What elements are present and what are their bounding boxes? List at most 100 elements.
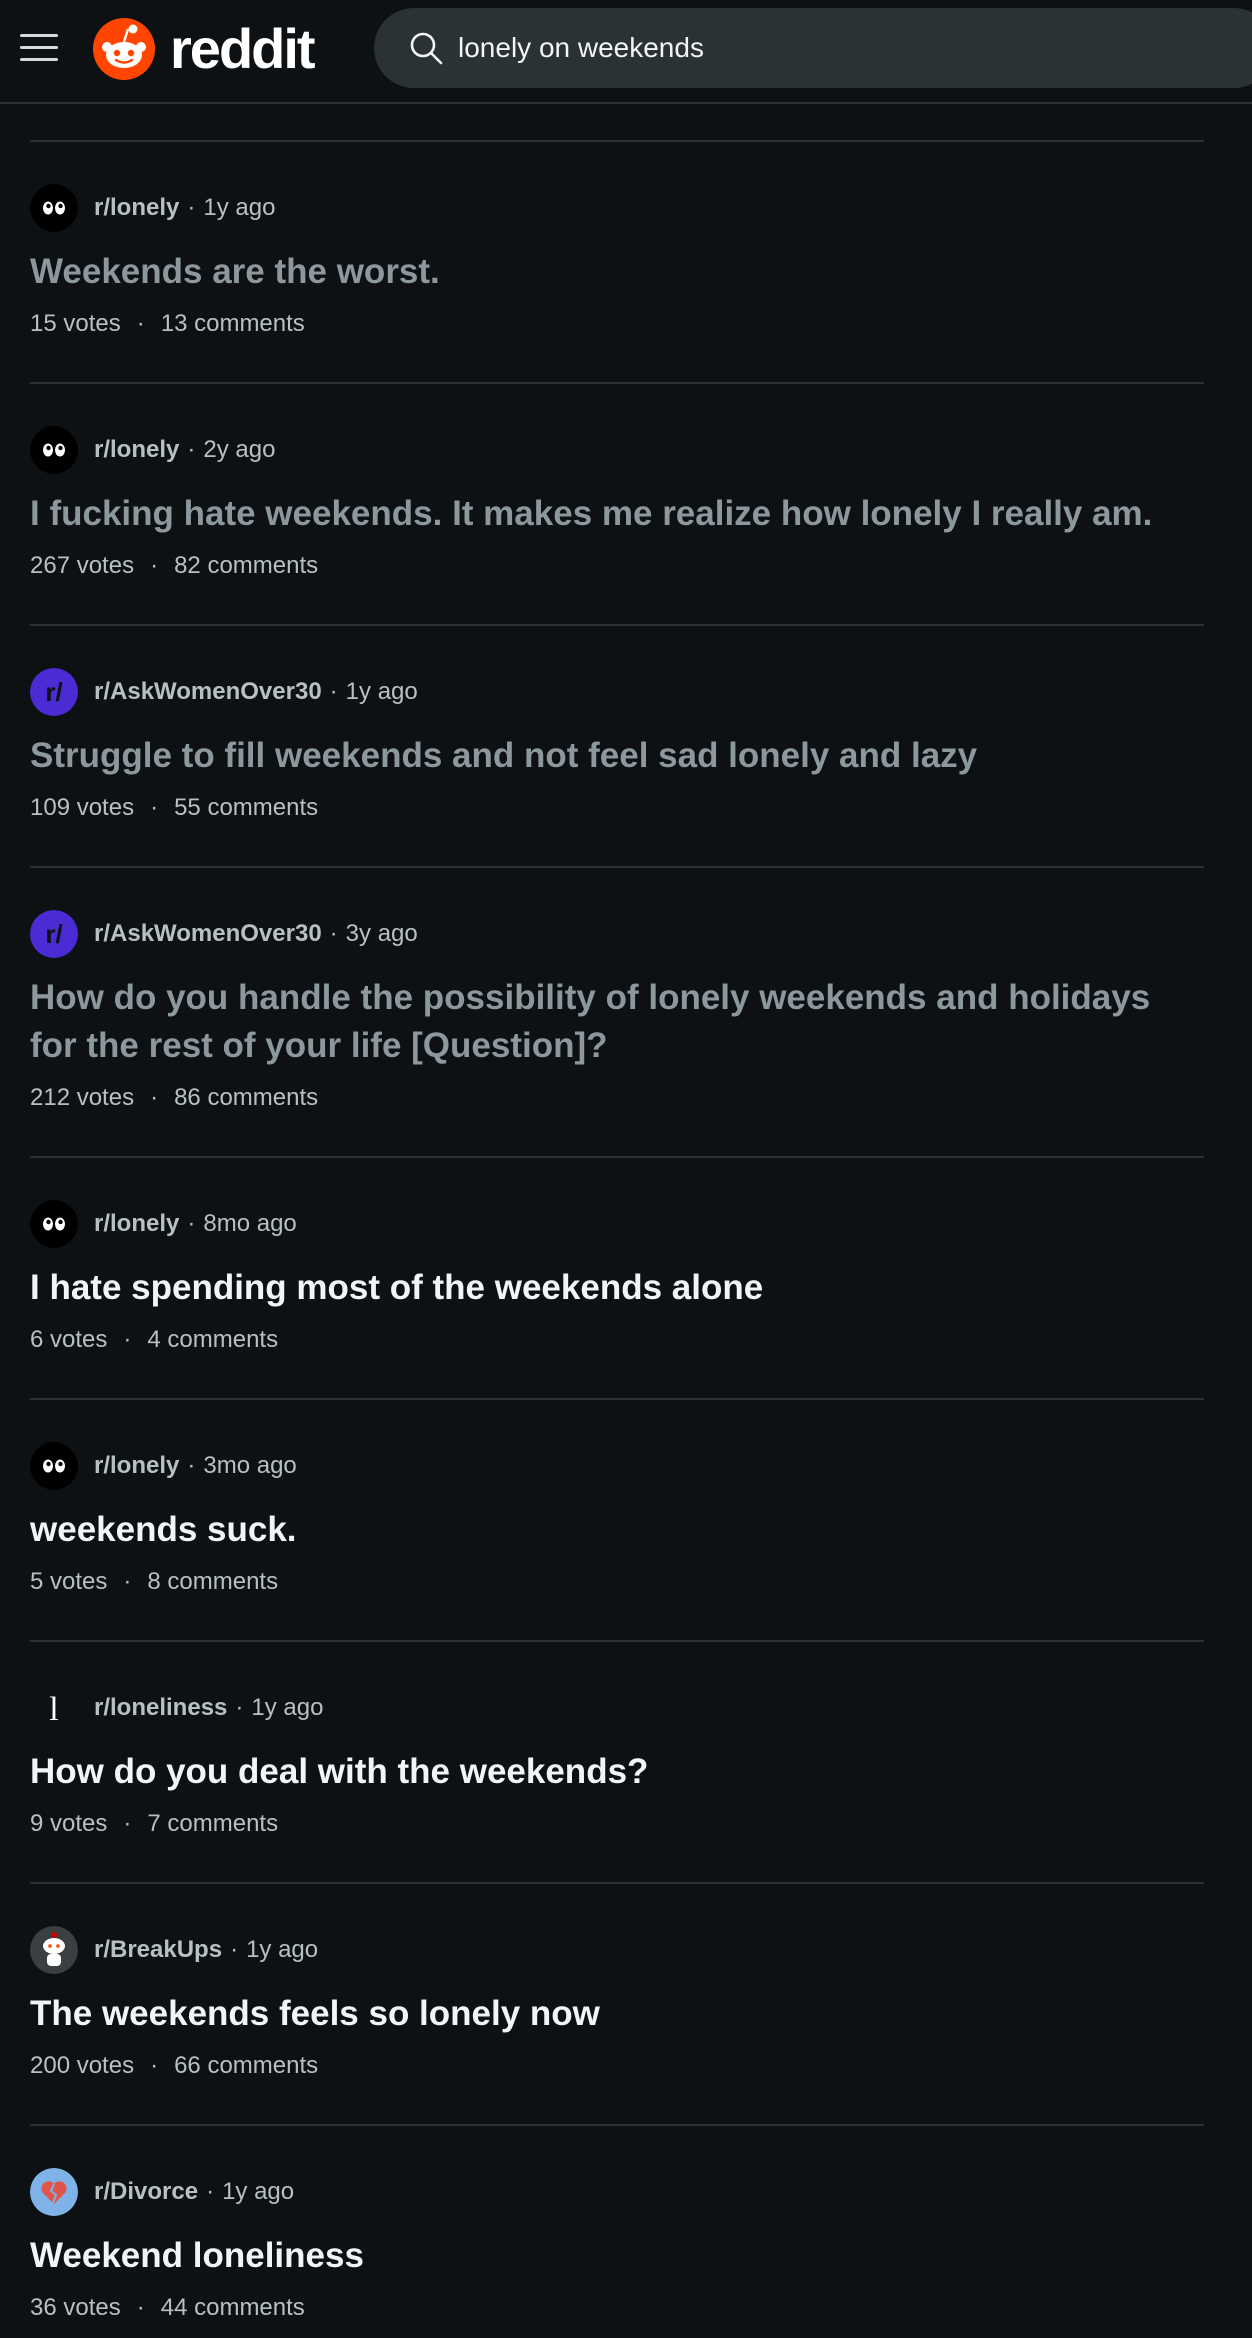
meta-separator: · [187, 1210, 196, 1237]
comment-count[interactable]: 86 comments [174, 1082, 318, 1114]
post-stats: 6 votes · 4 comments [30, 1324, 278, 1356]
post-meta: r/r/AskWomenOver30 · 3y ago [30, 910, 418, 958]
stats-separator: · [123, 1568, 132, 1595]
post-meta: r/r/AskWomenOver30 · 1y ago [30, 668, 418, 716]
search-icon [410, 32, 443, 65]
search-result-post[interactable]: r/lonely · 8mo ago I hate spending most of … [30, 1200, 1204, 1364]
broken-heart-icon [30, 2168, 78, 2216]
post-stats: 212 votes · 86 comments [30, 1082, 318, 1114]
post-divider [30, 624, 1204, 626]
post-meta: r/lonely · 3mo ago [30, 1442, 297, 1490]
search-input[interactable] [458, 28, 1218, 68]
stats-separator: · [150, 794, 159, 821]
search-bar[interactable] [374, 8, 1252, 88]
subreddit-avatar[interactable]: r/ [30, 668, 78, 716]
subreddit-avatar[interactable] [30, 2168, 78, 2216]
post-title[interactable]: How do you handle the possibility of lon… [30, 974, 1204, 1070]
post-meta: r/lonely · 8mo ago [30, 1200, 297, 1248]
stats-separator: · [150, 2052, 159, 2079]
comment-count[interactable]: 7 comments [147, 1808, 278, 1840]
post-title[interactable]: weekends suck. [30, 1506, 1204, 1554]
stats-separator: · [123, 1326, 132, 1353]
search-result-post[interactable]: l r/loneliness · 1y ago How do you deal with… [30, 1684, 1204, 1848]
subreddit-avatar[interactable] [30, 1200, 78, 1248]
post-divider [30, 866, 1204, 868]
post-divider [30, 1640, 1204, 1642]
search-result-post[interactable]: r/r/AskWomenOver30 · 3y ago How do you hand… [30, 910, 1204, 1122]
subreddit-avatar[interactable] [30, 1926, 78, 1974]
comment-count[interactable]: 55 comments [174, 792, 318, 824]
subreddit-name[interactable]: r/lonely [94, 436, 179, 464]
subreddit-avatar[interactable] [30, 184, 78, 232]
post-meta: l r/loneliness · 1y ago [30, 1684, 323, 1732]
comment-count[interactable]: 13 comments [161, 308, 305, 340]
svg-text:r/: r/ [45, 919, 62, 949]
post-stats: 5 votes · 8 comments [30, 1566, 278, 1598]
subreddit-avatar[interactable] [30, 426, 78, 474]
comment-count[interactable]: 66 comments [174, 2050, 318, 2082]
post-title[interactable]: How do you deal with the weekends? [30, 1748, 1204, 1796]
comment-count[interactable]: 44 comments [161, 2292, 305, 2324]
post-age: 2y ago [203, 436, 276, 463]
lonely-eyes-icon [30, 1442, 78, 1490]
post-age: 8mo ago [203, 1210, 297, 1237]
snoo-avatar-icon [30, 1926, 78, 1974]
post-age: 1y ago [203, 194, 276, 221]
search-result-post[interactable]: r/lonely · 3mo ago weekends suck. 5 votes · 8 … [30, 1442, 1204, 1606]
subreddit-name[interactable]: r/Divorce [94, 2178, 198, 2206]
stats-separator: · [136, 310, 145, 337]
stats-separator: · [150, 1084, 159, 1111]
post-age: 1y ago [251, 1694, 324, 1721]
subreddit-name[interactable]: r/BreakUps [94, 1936, 222, 1964]
post-meta: r/lonely · 1y ago [30, 184, 275, 232]
stats-separator: · [123, 1810, 132, 1837]
post-title[interactable]: Weekends are the worst. [30, 248, 1204, 296]
post-meta: r/BreakUps · 1y ago [30, 1926, 318, 1974]
post-title[interactable]: I fucking hate weekends. It makes me rea… [30, 490, 1204, 538]
post-divider [30, 1398, 1204, 1400]
subreddit-name[interactable]: r/lonely [94, 1210, 179, 1238]
post-divider [30, 140, 1204, 142]
post-age: 1y ago [345, 678, 418, 705]
vote-count: 267 votes [30, 552, 135, 579]
loneliness-letter-icon: l [30, 1684, 78, 1732]
post-title[interactable]: Struggle to fill weekends and not feel s… [30, 732, 1204, 780]
comment-count[interactable]: 8 comments [147, 1566, 278, 1598]
vote-count: 200 votes [30, 2052, 135, 2079]
subreddit-avatar[interactable] [30, 1442, 78, 1490]
search-result-post[interactable]: r/BreakUps · 1y ago The weekends feels so l… [30, 1926, 1204, 2090]
post-age: 3mo ago [203, 1452, 297, 1479]
search-result-post[interactable]: r/lonely · 1y ago Weekends are the worst. 15… [30, 184, 1204, 348]
post-stats: 15 votes · 13 comments [30, 308, 305, 340]
meta-separator: · [187, 194, 196, 221]
reddit-logo[interactable]: reddit [92, 14, 316, 84]
post-stats: 9 votes · 7 comments [30, 1808, 278, 1840]
post-divider [30, 1156, 1204, 1158]
post-meta: r/Divorce · 1y ago [30, 2168, 294, 2216]
comment-count[interactable]: 82 comments [174, 550, 318, 582]
post-title[interactable]: The weekends feels so lonely now [30, 1990, 1204, 2038]
post-title[interactable]: I hate spending most of the weekends alo… [30, 1264, 1204, 1312]
subreddit-name[interactable]: r/lonely [94, 194, 179, 222]
meta-separator: · [230, 1936, 239, 1963]
subreddit-avatar[interactable]: r/ [30, 910, 78, 958]
subreddit-name[interactable]: r/lonely [94, 1452, 179, 1480]
post-title[interactable]: Weekend loneliness [30, 2232, 1204, 2280]
meta-separator: · [329, 678, 338, 705]
subreddit-name[interactable]: r/AskWomenOver30 [94, 920, 322, 948]
lonely-eyes-icon [30, 426, 78, 474]
subreddit-name[interactable]: r/loneliness [94, 1694, 227, 1722]
subreddit-r-icon: r/ [30, 910, 78, 958]
vote-count: 15 votes [30, 310, 121, 337]
comment-count[interactable]: 4 comments [147, 1324, 278, 1356]
search-result-post[interactable]: r/lonely · 2y ago I fucking hate weekends. … [30, 426, 1204, 590]
svg-text:l: l [49, 1691, 58, 1728]
post-divider [30, 1882, 1204, 1884]
stats-separator: · [136, 2294, 145, 2321]
menu-icon[interactable] [20, 30, 58, 66]
search-result-post[interactable]: r/Divorce · 1y ago Weekend loneliness 36 vot… [30, 2168, 1204, 2332]
lonely-eyes-icon [30, 1200, 78, 1248]
search-result-post[interactable]: r/r/AskWomenOver30 · 1y ago Struggle to fil… [30, 668, 1204, 832]
subreddit-avatar[interactable]: l [30, 1684, 78, 1732]
subreddit-name[interactable]: r/AskWomenOver30 [94, 678, 322, 706]
